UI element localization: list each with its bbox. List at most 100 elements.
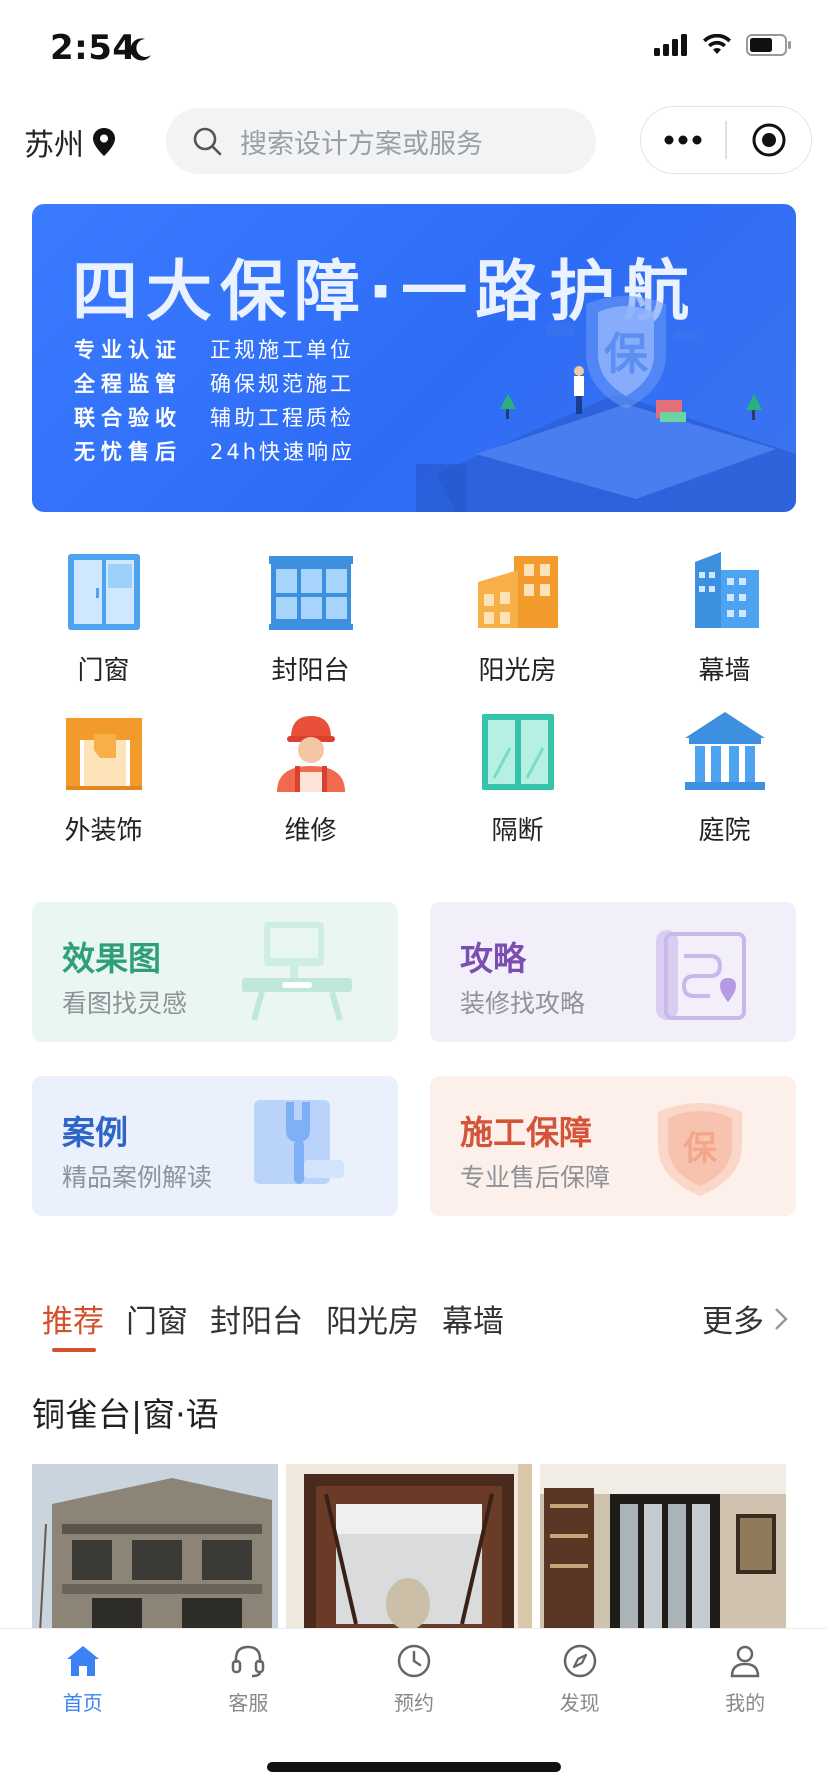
profile-icon	[730, 1645, 760, 1678]
search-bar[interactable]: 搜索设计方案或服务	[166, 108, 596, 174]
category-label: 维修	[284, 816, 337, 846]
banner-line-key: 无忧售后	[74, 440, 182, 464]
card-title: 施工保障	[460, 1113, 592, 1152]
category-balcony[interactable]: 封阳台	[207, 548, 414, 708]
target-close-icon	[752, 123, 786, 157]
category-door-window[interactable]: 门窗	[0, 548, 207, 708]
category-row: 外装饰 维修 隔断 庭院	[0, 708, 828, 868]
clock-icon	[397, 1644, 431, 1678]
more-options-button[interactable]	[641, 107, 725, 173]
close-mini-program-button[interactable]	[727, 107, 811, 173]
search-placeholder: 搜索设计方案或服务	[240, 128, 483, 160]
project-photo-row	[32, 1464, 796, 1632]
feature-cards: 效果图 看图找灵感 攻略 装修找攻略 案例 精品案例解读 施工保障 专业售后保障…	[32, 902, 796, 1250]
more-button[interactable]: 更多	[702, 1296, 788, 1341]
tab-recommend[interactable]: 推荐	[42, 1296, 104, 1341]
category-tabs: 推荐 门窗 封阳台 阳光房 幕墙 更多	[0, 1296, 828, 1356]
map-guide-icon	[656, 930, 746, 1020]
wrench-tool-icon	[254, 1100, 344, 1184]
status-time: 2:54	[50, 28, 137, 68]
category-label: 阳光房	[478, 656, 557, 686]
home-icon	[66, 1646, 99, 1676]
banner-line: 专业认证 正规施工单位	[74, 332, 355, 366]
courtyard-icon	[684, 712, 765, 790]
nav-home[interactable]: 首页	[0, 1629, 166, 1744]
section-title: 铜雀台|窗·语	[32, 1395, 219, 1434]
banner-line-key: 联合验收	[74, 406, 182, 430]
nav-customer-service[interactable]: 客服	[166, 1629, 332, 1744]
category-repair[interactable]: 维修	[207, 708, 414, 868]
category-label: 外装饰	[64, 816, 143, 846]
window-interior-image	[286, 1464, 532, 1632]
banner-line: 联合验收 辅助工程质检	[74, 400, 355, 434]
nav-label: 发现	[559, 1691, 600, 1715]
sunroom-icon	[477, 556, 558, 628]
category-courtyard[interactable]: 庭院	[621, 708, 828, 868]
repair-worker-icon	[276, 716, 345, 792]
nav-label: 我的	[725, 1691, 766, 1715]
card-renderings[interactable]: 效果图 看图找灵感	[32, 902, 398, 1042]
tab-doors-windows[interactable]: 门窗	[126, 1296, 188, 1341]
banner-line-value: 正规施工单位	[210, 338, 354, 362]
tab-sunroom[interactable]: 阳光房	[326, 1296, 419, 1341]
more-dots-icon	[664, 135, 702, 145]
location-pin-icon	[93, 128, 115, 156]
tab-balcony[interactable]: 封阳台	[210, 1296, 303, 1341]
bottom-navigation: 首页 客服 预约 发现 我的	[0, 1628, 828, 1744]
card-row: 案例 精品案例解读 施工保障 专业售后保障 保	[32, 1076, 796, 1216]
chevron-right-icon	[775, 1307, 788, 1330]
card-subtitle: 专业售后保障	[460, 1163, 611, 1192]
card-subtitle: 装修找攻略	[460, 989, 586, 1018]
computer-desk-icon	[242, 922, 352, 1021]
battery-icon	[746, 34, 791, 56]
category-row: 门窗 封阳台 阳光房 幕墙	[0, 548, 828, 708]
nav-appointment[interactable]: 预约	[331, 1629, 497, 1744]
curtain-wall-icon	[694, 552, 759, 628]
status-icons	[654, 34, 792, 56]
nav-label: 首页	[62, 1691, 103, 1715]
category-label: 封阳台	[271, 656, 350, 686]
door-window-icon	[67, 554, 140, 630]
category-grid: 门窗 封阳台 阳光房 幕墙 外装饰 维修 隔断 庭院	[0, 548, 828, 868]
banner-line-value: 24h快速响应	[210, 440, 356, 464]
city-selector[interactable]: 苏州	[24, 120, 116, 164]
card-cases[interactable]: 案例 精品案例解读	[32, 1076, 398, 1216]
more-label: 更多	[702, 1304, 764, 1340]
category-label: 隔断	[491, 816, 544, 846]
category-curtain-wall[interactable]: 幕墙	[621, 548, 828, 708]
promo-banner[interactable]: 四大保障·一路护航 专业认证 正规施工单位 全程监管 确保规范施工 联合验收 辅…	[32, 204, 796, 512]
project-photo[interactable]	[540, 1464, 786, 1632]
card-title: 攻略	[460, 939, 526, 978]
category-label: 幕墙	[698, 656, 751, 686]
banner-line: 无忧售后 24h快速响应	[74, 434, 355, 468]
exterior-decor-icon	[65, 718, 142, 790]
shield-guarantee-icon: 保	[658, 1103, 742, 1196]
card-shield-text: 保	[683, 1129, 718, 1169]
wifi-icon	[703, 34, 731, 54]
project-photo[interactable]	[32, 1464, 278, 1632]
category-sunroom[interactable]: 阳光房	[414, 548, 621, 708]
shield-illustration: 保	[416, 296, 796, 512]
project-photo[interactable]	[286, 1464, 532, 1632]
status-bar: 2:54	[0, 0, 828, 100]
nav-discover[interactable]: 发现	[497, 1629, 663, 1744]
home-indicator[interactable]	[267, 1762, 561, 1772]
nav-label: 预约	[393, 1691, 434, 1715]
card-construction-guarantee[interactable]: 施工保障 专业售后保障 保	[430, 1076, 796, 1216]
nav-profile[interactable]: 我的	[662, 1629, 828, 1744]
card-guides[interactable]: 攻略 装修找攻略	[430, 902, 796, 1042]
shield-text: 保	[604, 329, 649, 380]
city-label: 苏州	[24, 128, 84, 163]
category-exterior-decor[interactable]: 外装饰	[0, 708, 207, 868]
category-partition[interactable]: 隔断	[414, 708, 621, 868]
compass-icon	[563, 1644, 596, 1678]
card-subtitle: 看图找灵感	[62, 989, 188, 1018]
tab-curtain-wall[interactable]: 幕墙	[442, 1296, 504, 1341]
tab-active-indicator	[52, 1348, 96, 1352]
header: 苏州 搜索设计方案或服务	[0, 102, 828, 186]
signal-icon	[654, 34, 687, 56]
villa-exterior-image	[32, 1464, 278, 1632]
banner-guarantee-list: 专业认证 正规施工单位 全程监管 确保规范施工 联合验收 辅助工程质检 无忧售后…	[74, 332, 355, 468]
search-icon	[193, 127, 222, 156]
card-row: 效果图 看图找灵感 攻略 装修找攻略	[32, 902, 796, 1042]
